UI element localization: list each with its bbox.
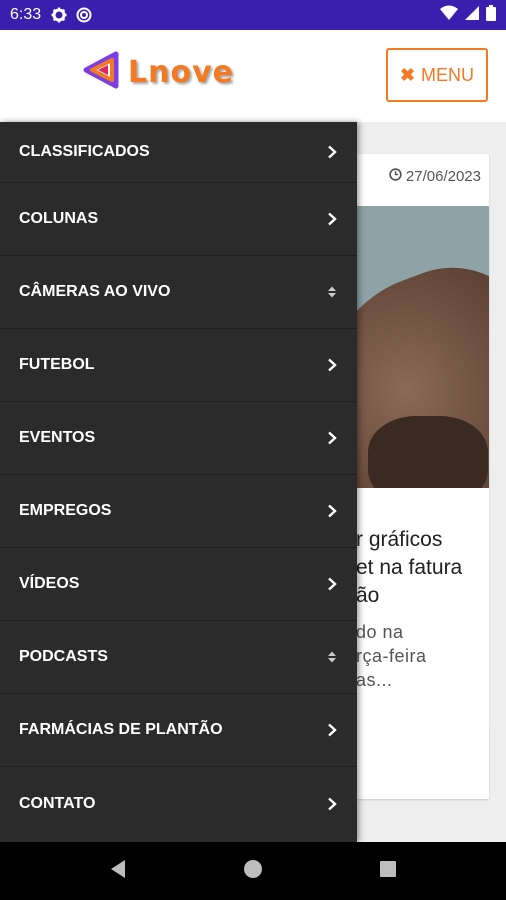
wifi-icon — [440, 5, 458, 26]
navigation-drawer: CLASSIFICADOS COLUNAS CÂMERAS AO VIVO FU… — [0, 122, 357, 842]
signal-icon — [464, 5, 480, 26]
drawer-item-cameras-ao-vivo[interactable]: CÂMERAS AO VIVO — [0, 256, 357, 329]
drawer-item-label: CLASSIFICADOS — [19, 143, 150, 160]
drawer-item-label: CÂMERAS AO VIVO — [19, 283, 171, 300]
drawer-item-label: FUTEBOL — [19, 356, 95, 373]
gear-icon — [51, 7, 67, 23]
menu-button[interactable]: ✖ MENU — [386, 48, 488, 102]
drawer-item-label: EMPREGOS — [19, 502, 112, 519]
battery-icon — [486, 4, 496, 26]
drawer-item-contato[interactable]: CONTATO — [0, 767, 357, 840]
drawer-item-podcasts[interactable]: PODCASTS — [0, 621, 357, 694]
drawer-item-label: COLUNAS — [19, 210, 99, 227]
drawer-item-label: PODCASTS — [19, 648, 108, 665]
logo-mark-icon — [80, 48, 124, 97]
sort-icon — [325, 650, 339, 664]
chevron-right-icon — [325, 577, 339, 591]
status-time: 6:33 — [10, 6, 42, 23]
sync-icon — [76, 7, 92, 23]
drawer-item-label: FARMÁCIAS DE PLANTÃO — [19, 721, 223, 738]
drawer-item-empregos[interactable]: EMPREGOS — [0, 475, 357, 548]
drawer-item-futebol[interactable]: FUTEBOL — [0, 329, 357, 402]
drawer-item-colunas[interactable]: COLUNAS — [0, 183, 357, 256]
system-nav-bar — [0, 842, 506, 900]
drawer-item-label: EVENTOS — [19, 429, 96, 446]
chevron-right-icon — [325, 212, 339, 226]
drawer-item-videos[interactable]: VÍDEOS — [0, 548, 357, 621]
chevron-right-icon — [325, 145, 339, 159]
close-icon: ✖ — [399, 64, 416, 85]
clock-icon — [389, 168, 402, 185]
recents-icon[interactable] — [379, 860, 397, 883]
home-icon[interactable] — [243, 859, 263, 884]
drawer-item-label: CONTATO — [19, 794, 96, 812]
status-bar: 6:33 — [0, 0, 506, 30]
chevron-right-icon — [325, 431, 339, 445]
drawer-item-label: VÍDEOS — [19, 575, 80, 592]
menu-button-label: MENU — [421, 64, 475, 85]
sort-icon — [325, 285, 339, 299]
article-date: 27/06/2023 — [389, 168, 481, 185]
site-logo[interactable]: Lnove — [80, 48, 234, 97]
back-icon[interactable] — [109, 859, 127, 884]
app-header: Lnove ✖ MENU — [0, 30, 506, 122]
drawer-item-eventos[interactable]: EVENTOS — [0, 402, 357, 475]
chevron-right-icon — [325, 797, 339, 811]
chevron-right-icon — [325, 723, 339, 737]
chevron-right-icon — [325, 358, 339, 372]
drawer-item-classificados[interactable]: CLASSIFICADOS — [0, 122, 357, 183]
drawer-item-farmacias-de-plantao[interactable]: FARMÁCIAS DE PLANTÃO — [0, 694, 357, 767]
logo-text: Lnove — [128, 55, 234, 90]
chevron-right-icon — [325, 504, 339, 518]
article-date-text: 27/06/2023 — [405, 168, 481, 185]
